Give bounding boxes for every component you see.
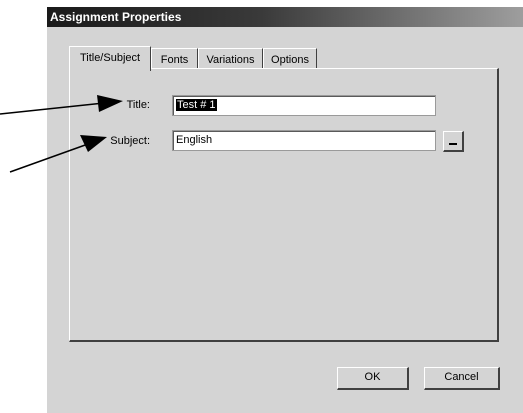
tab-options[interactable]: Options	[263, 48, 317, 70]
tab-fonts-label: Fonts	[160, 54, 189, 66]
window-titlebar[interactable]: Assignment Properties	[47, 7, 523, 27]
tab-title-subject-label: Title/Subject	[79, 52, 141, 64]
title-input[interactable]: Test # 1	[172, 95, 436, 116]
tab-variations[interactable]: Variations	[198, 48, 263, 70]
subject-input[interactable]: English	[172, 130, 436, 151]
subject-label: Subject:	[110, 135, 150, 147]
cancel-button[interactable]: Cancel	[424, 367, 500, 390]
assignment-properties-dialog: Assignment Properties Title/Subject Font…	[46, 6, 523, 413]
tab-variations-label: Variations	[206, 54, 255, 66]
dropdown-bar-icon	[449, 143, 457, 145]
ok-button[interactable]: OK	[337, 367, 409, 390]
title-input-value: Test # 1	[176, 99, 217, 111]
tab-options-label: Options	[271, 54, 309, 66]
title-label: Title:	[126, 99, 150, 111]
subject-dropdown-button[interactable]	[443, 131, 464, 152]
tab-fonts[interactable]: Fonts	[151, 48, 198, 70]
title-subject-panel: Title: Test # 1 Subject: English	[69, 68, 499, 342]
tab-title-subject[interactable]: Title/Subject	[69, 46, 151, 71]
window-title: Assignment Properties	[50, 10, 182, 24]
subject-input-value: English	[176, 134, 213, 146]
page: Assignment Properties Title/Subject Font…	[0, 0, 523, 413]
